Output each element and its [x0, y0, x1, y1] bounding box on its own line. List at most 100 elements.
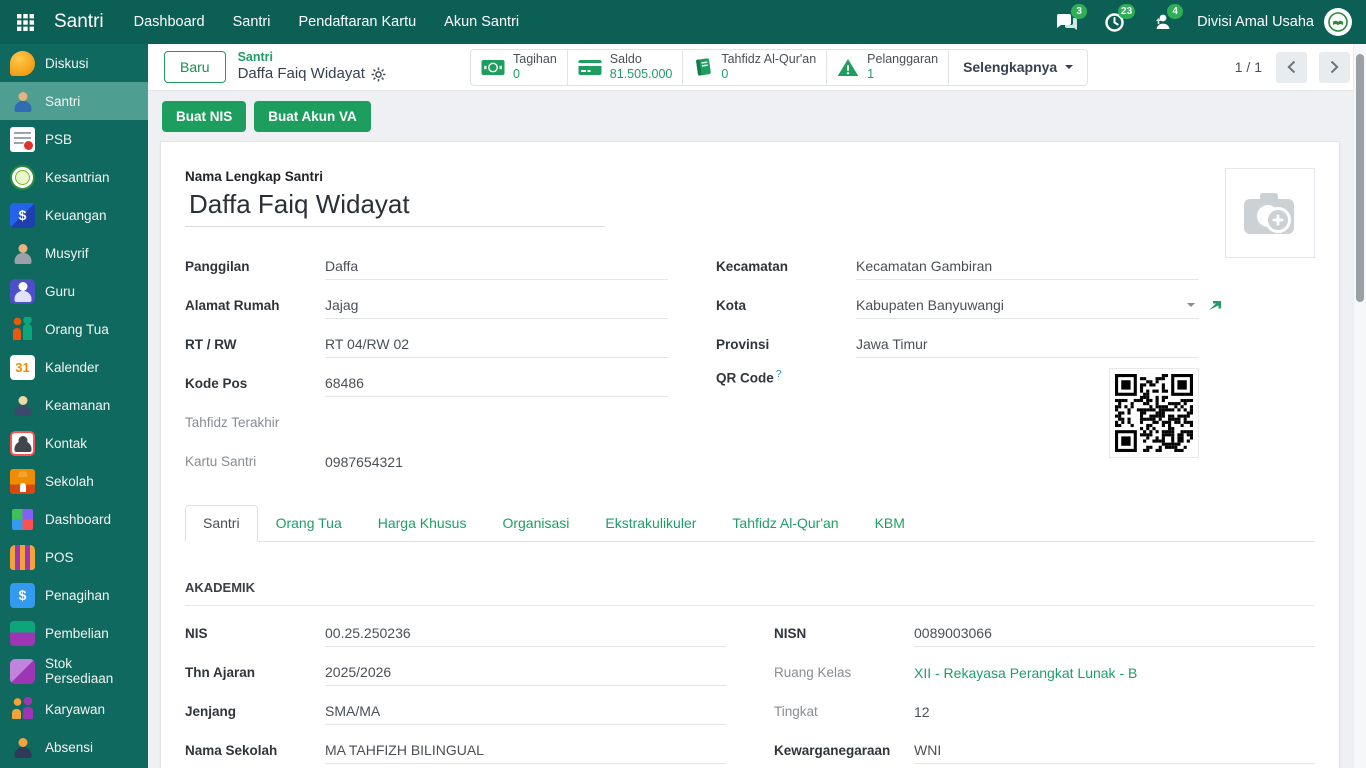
kontak-icon [10, 431, 35, 456]
notebook-tabs: Santri Orang Tua Harga Khusus Organisasi [185, 505, 1315, 542]
tab-harga-khusus[interactable]: Harga Khusus [360, 505, 485, 541]
field-input[interactable]: RT 04/RW 02 [325, 331, 668, 358]
apps-grid-icon[interactable] [10, 7, 40, 37]
field-label: Provinsi [716, 337, 852, 352]
sidebar-item-dashboard[interactable]: Dashboard [0, 500, 148, 538]
field-input[interactable]: Daffa [325, 253, 668, 280]
name-field-input[interactable]: Daffa Faiq Widayat [185, 187, 605, 227]
internal-link-arrow-icon[interactable] [1208, 299, 1223, 312]
form-right-column: Kecamatan Kecamatan Gambiran Kota [716, 247, 1199, 364]
field-input[interactable]: MA TAHFIZH BILINGUAL [325, 737, 726, 764]
sidebar-item-label: Guru [45, 284, 75, 299]
sidebar-item-kalender[interactable]: Kalender [0, 348, 148, 386]
sidebar-item-kesantrian[interactable]: Kesantrian [0, 158, 148, 196]
sidebar-item-sekolah[interactable]: Sekolah [0, 462, 148, 500]
sidebar-item-penagihan[interactable]: Penagihan [0, 576, 148, 614]
new-record-button[interactable]: Baru [164, 51, 226, 83]
sidebar-item-absensi[interactable]: Absensi [0, 728, 148, 766]
sidebar-item-guru[interactable]: Guru [0, 272, 148, 310]
field-kecamatan: Kecamatan Kecamatan Gambiran [716, 247, 1199, 286]
sidebar-item-pembelian[interactable]: Pembelian [0, 614, 148, 652]
field-input[interactable]: 0987654321 [325, 448, 668, 475]
orang-tua-icon [10, 317, 35, 342]
field-input[interactable]: Kecamatan Gambiran [856, 253, 1199, 280]
sidebar-item-diskusi[interactable]: Diskusi [0, 44, 148, 82]
tab-santri[interactable]: Santri [185, 505, 258, 542]
sidebar-item-kontak[interactable]: Kontak [0, 424, 148, 462]
sekolah-icon [10, 469, 35, 494]
field-input[interactable]: 00.25.250236 [325, 620, 726, 647]
stat-button-tagihan[interactable]: Tagihan0 [470, 49, 568, 86]
field-label: NIS [185, 626, 321, 641]
tab-kbm[interactable]: KBM [857, 505, 923, 541]
dropdown-caret-icon[interactable] [1187, 303, 1195, 311]
field-input[interactable]: 0089003066 [914, 620, 1315, 647]
gear-icon[interactable] [371, 67, 386, 82]
field-label: Kewarganegaraan [774, 743, 910, 758]
buat-nis-button[interactable]: Buat NIS [162, 101, 246, 132]
activities-clock-icon[interactable]: 23 [1101, 10, 1127, 34]
field-input[interactable]: XII - Rekayasa Perangkat Lunak - B [914, 659, 1315, 686]
vertical-scrollbar[interactable] [1353, 44, 1366, 768]
sidebar-item-orang-tua[interactable]: Orang Tua [0, 310, 148, 348]
user-menu[interactable]: Divisi Amal Usaha [1197, 8, 1352, 36]
sidebar-item-santri[interactable]: Santri [0, 82, 148, 120]
sidebar-item-stok-persediaan[interactable]: Stok Persediaan [0, 652, 148, 690]
tab-organisasi[interactable]: Organisasi [484, 505, 587, 541]
kalender-icon [10, 355, 35, 380]
pager-counter: 1 / 1 [1235, 59, 1262, 75]
top-menu: Dashboard Santri Pendaftaran Kartu Akun … [134, 14, 520, 30]
money-bill-icon [481, 59, 505, 76]
musyrif-icon [10, 241, 35, 266]
field-input[interactable]: 2025/2026 [325, 659, 726, 686]
pager-next-button[interactable] [1319, 52, 1350, 83]
activities-badge: 23 [1118, 4, 1135, 19]
field-input[interactable]: Jajag [325, 292, 668, 319]
pager-previous-button[interactable] [1276, 52, 1307, 83]
absensi-icon [10, 735, 35, 760]
photo-upload-placeholder[interactable] [1225, 168, 1315, 258]
stat-button-tahfidz[interactable]: Tahfidz Al-Qur'an0 [682, 49, 827, 86]
tab-tahfidz-al-qur-an[interactable]: Tahfidz Al-Qur'an [714, 505, 856, 541]
field-input[interactable]: WNI [914, 737, 1315, 764]
sidebar-item-label: Sekolah [45, 474, 94, 489]
form-left-column: Panggilan Daffa Alamat Rumah [185, 247, 668, 481]
tab-ekstrakulikuler[interactable]: Ekstrakulikuler [587, 505, 714, 541]
field-input[interactable]: Jawa Timur [856, 331, 1199, 358]
sidebar-item-karyawan[interactable]: Karyawan [0, 690, 148, 728]
field-input[interactable] [325, 409, 668, 436]
field-label: Tahfidz Terakhir [185, 415, 321, 430]
sidebar-item-psb[interactable]: PSB [0, 120, 148, 158]
help-question-icon[interactable]: ? [776, 368, 782, 380]
messages-icon[interactable]: 3 [1053, 10, 1079, 34]
sidebar-item-label: Dashboard [45, 512, 111, 527]
sidebar-item-keuangan[interactable]: Keuangan [0, 196, 148, 234]
sidebar-item-label: Pembelian [45, 626, 109, 641]
field-input[interactable]: 12 [914, 698, 1315, 725]
menu-item-akun-santri[interactable]: Akun Santri [444, 14, 519, 30]
selengkapnya-dropdown[interactable]: Selengkapnya [948, 49, 1088, 86]
top-navbar: Santri Dashboard Santri Pendaftaran Kart… [0, 0, 1366, 44]
tab-orang-tua[interactable]: Orang Tua [258, 505, 360, 541]
menu-item-santri[interactable]: Santri [233, 14, 271, 30]
chevron-down-icon [1065, 65, 1073, 73]
stat-button-pelanggaran[interactable]: Pelanggaran1 [826, 49, 949, 86]
keamanan-icon [10, 393, 35, 418]
field-input[interactable]: SMA/MA [325, 698, 726, 725]
akademik-left-column: NIS 00.25.250236 Thn Ajaran 2025/2026 [185, 614, 726, 768]
field-input[interactable]: 68486 [325, 370, 668, 397]
breadcrumb-parent-link[interactable]: Santri [238, 50, 386, 66]
scrollbar-thumb[interactable] [1356, 54, 1364, 302]
sidebar-item-keamanan[interactable]: Keamanan [0, 386, 148, 424]
sidebar-item-pos[interactable]: POS [0, 538, 148, 576]
menu-item-pendaftaran-kartu[interactable]: Pendaftaran Kartu [298, 14, 416, 30]
stat-button-saldo[interactable]: Saldo81.505.000 [567, 49, 684, 86]
avatar[interactable] [1324, 8, 1352, 36]
sidebar-item-musyrif[interactable]: Musyrif [0, 234, 148, 272]
book-icon [693, 57, 713, 77]
requests-person-icon[interactable]: 4 [1149, 10, 1175, 34]
menu-item-dashboard[interactable]: Dashboard [134, 14, 205, 30]
field-input[interactable]: Kabupaten Banyuwangi [856, 292, 1199, 319]
field-nisn: NISN 0089003066 [774, 614, 1315, 653]
buat-akun-va-button[interactable]: Buat Akun VA [254, 101, 371, 132]
